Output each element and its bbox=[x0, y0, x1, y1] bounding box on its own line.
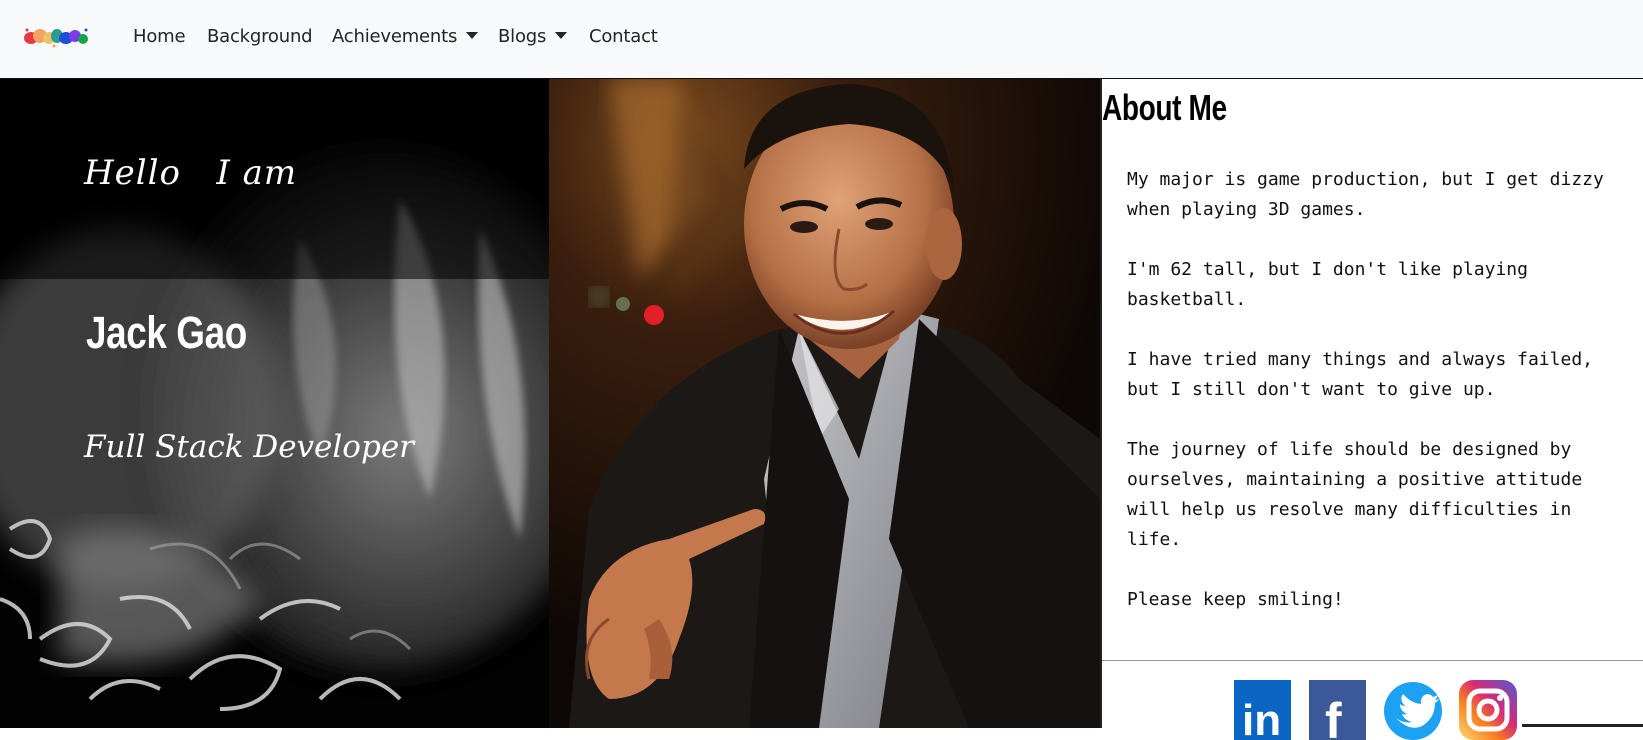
nav-contact-link[interactable]: Contact bbox=[589, 26, 658, 47]
profile-photo bbox=[549, 79, 1100, 728]
about-paragraph: The journey of life should be designed b… bbox=[1127, 439, 1583, 550]
greeting-text: Hello I am bbox=[84, 153, 298, 193]
about-paragraph: I have tried many things and always fail… bbox=[1127, 349, 1593, 400]
facebook-icon[interactable]: f bbox=[1309, 680, 1366, 740]
hero-intro-panel: Hello I am Jack Gao Full Stack Developer bbox=[0, 79, 549, 728]
twitter-icon[interactable] bbox=[1384, 680, 1442, 740]
svg-text:f: f bbox=[1325, 693, 1342, 740]
footer-dash bbox=[1522, 724, 1643, 727]
nav-home-link[interactable]: Home bbox=[133, 26, 186, 47]
about-title: About Me bbox=[1102, 87, 1227, 128]
nav-achievements-dropdown[interactable]: Achievements bbox=[332, 26, 479, 47]
about-paragraph: I'm 62 tall, but I don't like playing ba… bbox=[1127, 259, 1528, 310]
about-paragraph: Please keep smiling! bbox=[1127, 589, 1344, 610]
hero-name: Jack Gao bbox=[86, 307, 247, 358]
caret-down-icon bbox=[466, 32, 479, 39]
social-divider bbox=[1102, 660, 1643, 661]
nav-background-link[interactable]: Background bbox=[207, 26, 313, 47]
about-section: About Me My major is game production, bu… bbox=[1100, 79, 1643, 740]
nav-blogs-label: Blogs bbox=[498, 26, 547, 47]
caret-down-icon bbox=[555, 32, 568, 39]
hero-role: Full Stack Developer bbox=[84, 429, 414, 465]
nav-achievements-label: Achievements bbox=[332, 26, 458, 47]
instagram-icon[interactable] bbox=[1459, 680, 1517, 740]
about-body: My major is game production, but I get d… bbox=[1127, 165, 1627, 645]
about-paragraph: My major is game production, but I get d… bbox=[1127, 169, 1604, 220]
logo-icon[interactable] bbox=[24, 26, 88, 48]
nav-blogs-dropdown[interactable]: Blogs bbox=[498, 26, 568, 47]
linkedin-icon[interactable]: in bbox=[1234, 680, 1291, 740]
svg-text:in: in bbox=[1242, 696, 1281, 740]
top-navbar: Home Background Achievements Blogs Conta… bbox=[0, 0, 1643, 79]
